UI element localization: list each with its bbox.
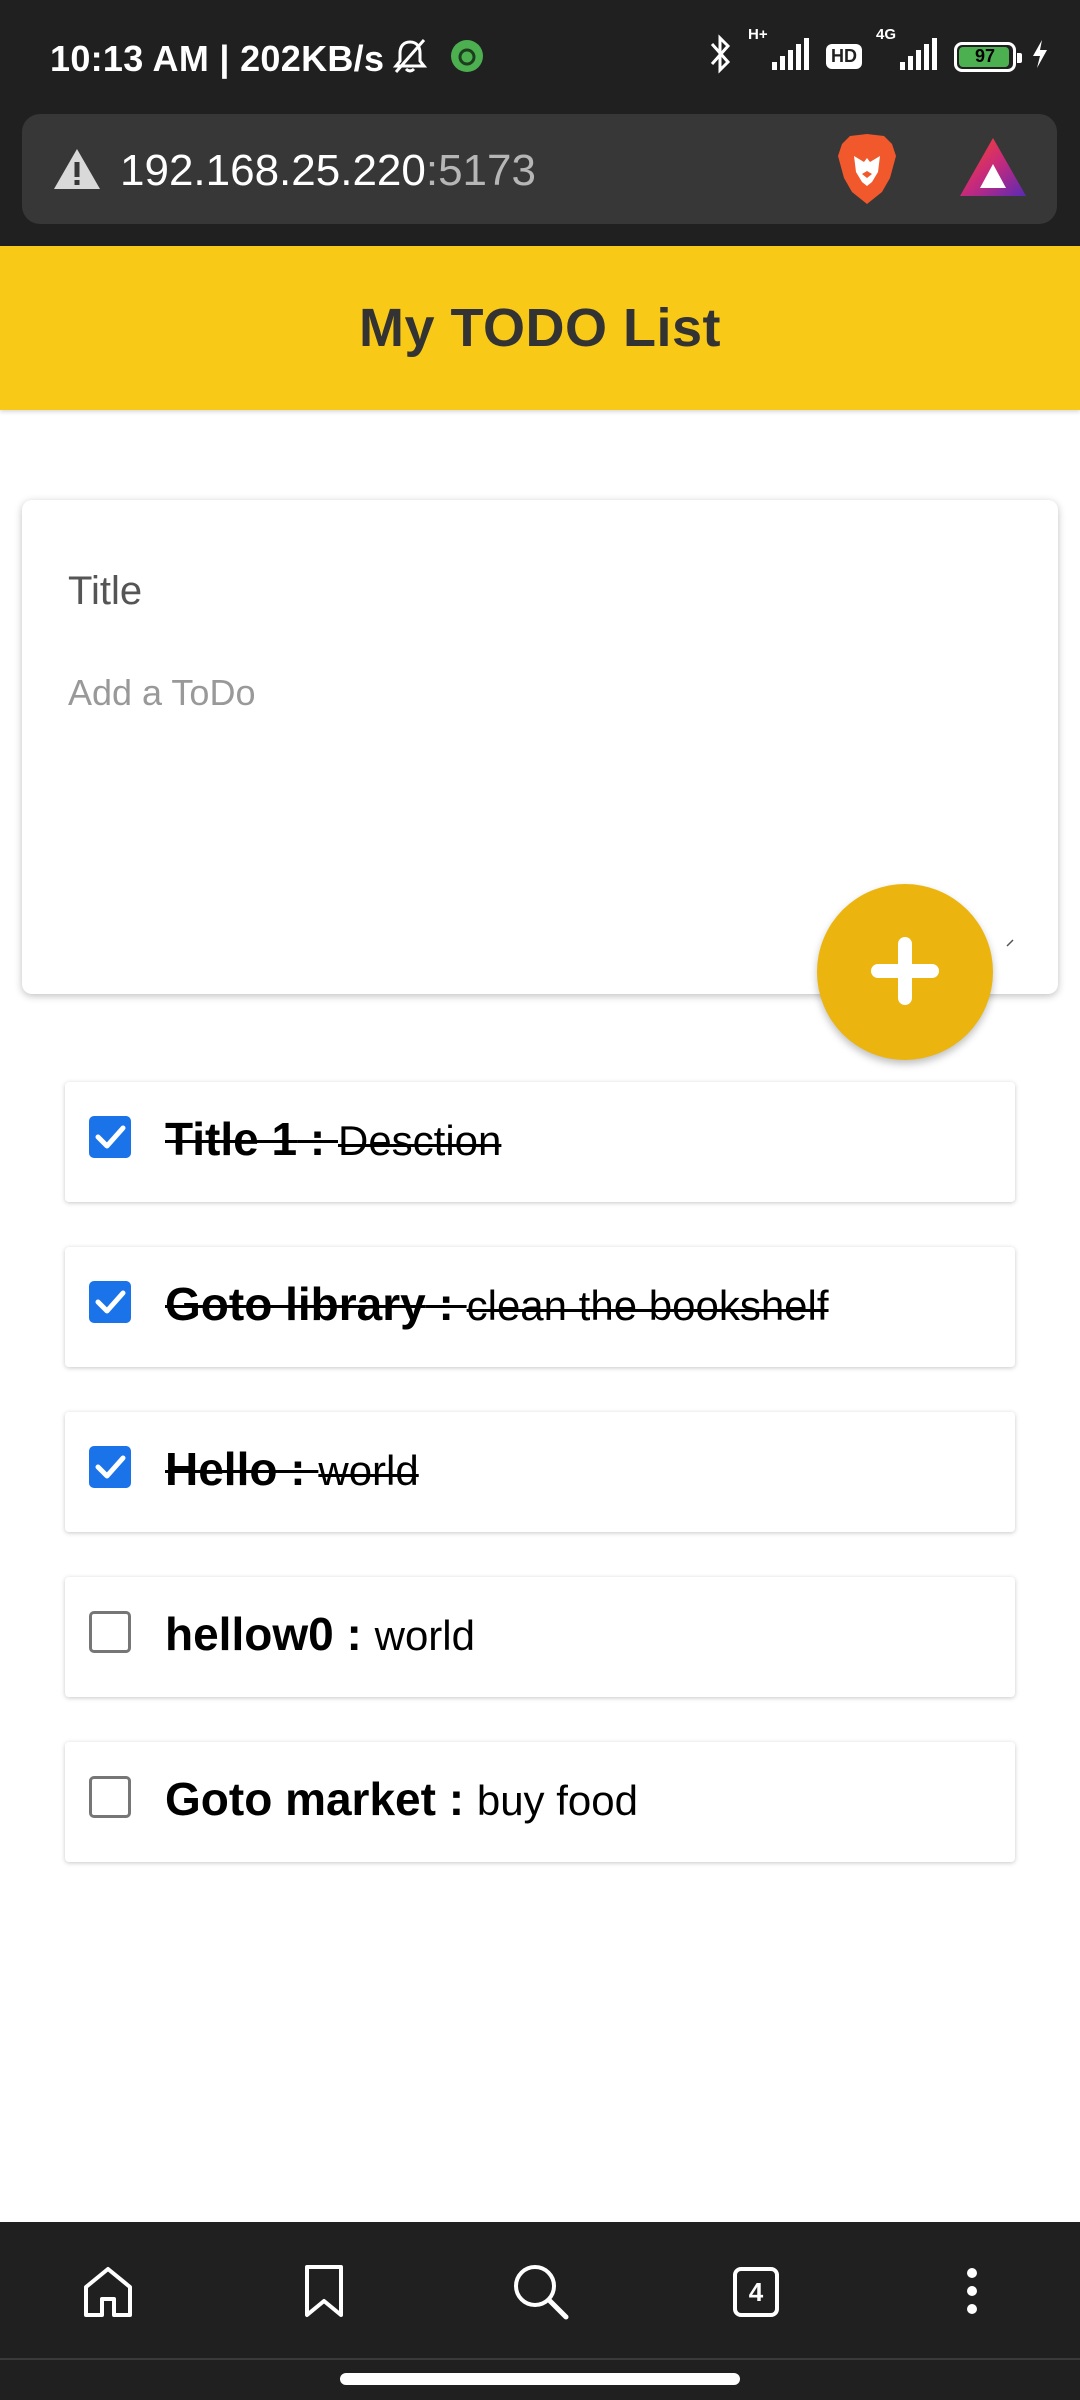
todo-checkbox[interactable] [89,1281,131,1323]
todo-item: Goto library : clean the bookshelf [65,1247,1015,1367]
todo-text: Goto library : clean the bookshelf [165,1277,829,1331]
todo-title: Goto library [165,1278,426,1330]
brave-rewards-icon[interactable] [958,136,1028,205]
todo-title: Goto market [165,1773,436,1825]
checkmark-icon [89,1125,131,1162]
search-icon [508,2259,572,2326]
gesture-home-indicator[interactable] [340,2373,740,2385]
signal-icon: H+ [748,26,812,79]
todo-item: hellow0 : world [65,1577,1015,1697]
status-left-icons [390,36,484,81]
todo-description: clean the bookshelf [466,1282,829,1329]
app-header: My TODO List [0,246,1080,410]
status-time: 10:13 AM | 202KB/s [50,38,385,79]
bookmark-icon [299,2261,349,2324]
tabs-icon: 4 [733,2267,779,2317]
network-type-label: H+ [748,26,768,43]
battery-cap [1017,52,1022,63]
todo-item: Goto market : buy food [65,1742,1015,1862]
address-bar[interactable]: 192.168.25.220:5173 [22,114,1057,224]
todo-text: Goto market : buy food [165,1772,638,1826]
battery-icon: 97 [954,41,1022,72]
todo-checkbox[interactable] [89,1116,131,1158]
todo-title: hellow0 [165,1608,334,1660]
todo-checkbox[interactable] [89,1611,131,1653]
brave-shields-icon[interactable] [834,132,900,211]
not-secure-warning-icon[interactable] [52,146,102,197]
todo-separator: : [425,1278,467,1330]
todo-checkbox[interactable] [89,1446,131,1488]
divider [0,2358,1080,2360]
more-menu-button[interactable] [917,2237,1027,2347]
todo-description: world [374,1612,475,1659]
search-button[interactable] [485,2237,595,2347]
title-input[interactable] [66,560,1010,622]
todo-checkbox[interactable] [89,1776,131,1818]
todo-description: world [318,1447,419,1494]
todo-item: Hello : world [65,1412,1015,1532]
mute-bell-icon [390,36,430,81]
url-text[interactable]: 192.168.25.220:5173 [120,146,536,196]
signal-4g-icon: 4G [876,26,940,79]
status-bar: 10:13 AM | 202KB/s H+ HD 4G 97 [0,0,1080,114]
app-notification-icon [450,39,484,78]
todo-separator: : [435,1773,477,1825]
textarea-resize-handle[interactable] [1006,934,1014,952]
checkmark-icon [89,1290,131,1327]
todo-description: Desction [337,1117,502,1164]
home-button[interactable] [53,2237,163,2347]
battery-percent: 97 [974,46,996,66]
bluetooth-icon [706,34,734,79]
url-port: :5173 [425,146,536,195]
page-title: My TODO List [358,298,722,358]
todo-text: Title 1 : Desction [165,1112,501,1166]
browser-toolbar: 192.168.25.220:5173 [0,114,1080,246]
browser-bottom-bar: 4 [0,2222,1080,2400]
todo-description-textarea[interactable] [66,670,970,924]
todo-separator: : [333,1608,375,1660]
more-icon [962,2261,982,2324]
tabs-button[interactable]: 4 [701,2237,811,2347]
todo-text: hellow0 : world [165,1607,475,1661]
todo-separator: : [297,1113,338,1165]
todo-title: Title 1 [165,1113,298,1165]
url-host: 192.168.25.220 [120,146,426,195]
bookmarks-button[interactable] [269,2237,379,2347]
todo-item: Title 1 : Desction [65,1082,1015,1202]
network-4g-label: 4G [876,26,897,43]
status-right-icons: H+ HD 4G 97 [706,26,1050,79]
home-icon [78,2261,138,2324]
add-todo-button[interactable] [817,884,993,1060]
checkmark-icon [89,1455,131,1492]
plus-icon [865,931,945,1014]
hd-badge: HD [826,44,862,69]
charging-bolt-icon [1030,38,1050,75]
todo-description: buy food [476,1777,638,1824]
todo-separator: : [277,1443,319,1495]
todo-title: Hello [165,1443,278,1495]
todo-list: Title 1 : Desction Goto library : clean t… [65,1082,1015,1907]
bottom-nav: 4 [0,2222,1080,2362]
todo-text: Hello : world [165,1442,419,1496]
